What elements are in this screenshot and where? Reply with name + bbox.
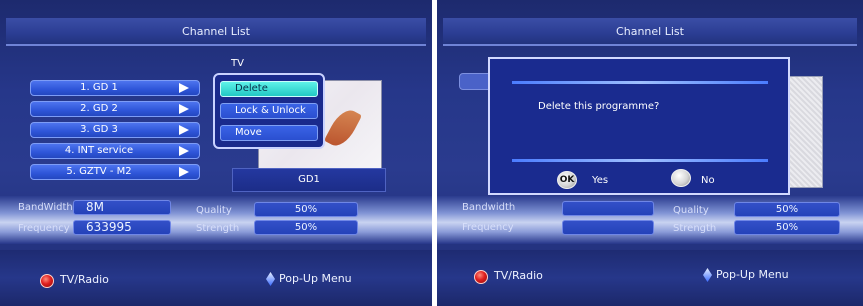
play-triangle-icon — [179, 167, 189, 177]
frequency-value: 633995 — [73, 220, 171, 235]
dialog-message: Delete this programme? — [538, 101, 660, 112]
popup-item-delete[interactable]: Delete — [220, 81, 318, 97]
tv-mode-label: TV — [231, 58, 244, 69]
channel-item-4[interactable]: 4. INT service — [30, 143, 200, 159]
play-triangle-icon — [179, 125, 189, 135]
frequency-value — [562, 220, 654, 235]
dialog-top-rule — [512, 81, 768, 84]
channel-item-label: 3. GD 3 — [80, 124, 118, 135]
channel-item-label: 5. GZTV - M2 — [66, 166, 132, 177]
page-title: Channel List — [443, 18, 857, 46]
dialog-bottom-rule — [512, 159, 768, 162]
channel-item-1[interactable]: 1. GD 1 — [30, 80, 200, 96]
channel-item-label: 4. INT service — [64, 145, 134, 156]
strength-label: Strength — [673, 223, 717, 234]
left-screen: Channel List 1. GD 1 2. GD 2 3. GD 3 4. … — [0, 0, 432, 306]
quality-value: 50% — [734, 202, 840, 217]
tv-radio-hint: TV/Radio — [60, 273, 109, 286]
quality-value: 50% — [254, 202, 358, 217]
channel-item-label: 2. GD 2 — [80, 103, 118, 114]
right-screen: Channel List Delete this programme? OK Y… — [437, 0, 863, 306]
preview-channel-name: GD1 — [232, 168, 386, 192]
quality-label: Quality — [673, 205, 709, 216]
no-option[interactable]: No — [701, 175, 715, 186]
popup-item-lock-unlock[interactable]: Lock & Unlock — [220, 103, 318, 119]
frequency-label: Frequency — [462, 222, 514, 233]
bandwidth-label: Bandwidth — [462, 202, 516, 213]
channel-item-2[interactable]: 2. GD 2 — [30, 101, 200, 117]
channel-item-5[interactable]: 5. GZTV - M2 — [30, 164, 200, 180]
strength-value: 50% — [734, 220, 840, 235]
popup-menu-hint: Pop-Up Menu — [279, 272, 352, 285]
no-button-icon[interactable] — [671, 169, 691, 187]
strength-label: Strength — [196, 223, 240, 234]
tv-radio-hint: TV/Radio — [494, 269, 543, 282]
delete-confirm-dialog: Delete this programme? OK Yes No — [488, 57, 790, 195]
red-circle-icon — [40, 274, 54, 288]
bandwidth-value: 8M — [73, 200, 171, 215]
frequency-label: Frequency — [18, 223, 70, 234]
red-circle-icon — [474, 270, 488, 284]
bandwidth-label: BandWidth — [18, 202, 73, 213]
channel-item-label: 1. GD 1 — [80, 82, 118, 93]
bandwidth-value — [562, 201, 654, 216]
popup-menu-hint: Pop-Up Menu — [716, 268, 789, 281]
ok-button-icon[interactable]: OK — [557, 171, 577, 189]
popup-menu: Delete Lock & Unlock Move — [213, 73, 325, 149]
quality-label: Quality — [196, 205, 232, 216]
play-triangle-icon — [179, 83, 189, 93]
play-triangle-icon — [179, 146, 189, 156]
channel-item-3[interactable]: 3. GD 3 — [30, 122, 200, 138]
strength-value: 50% — [254, 220, 358, 235]
yes-option[interactable]: Yes — [592, 175, 608, 186]
play-triangle-icon — [179, 104, 189, 114]
popup-item-move[interactable]: Move — [220, 125, 318, 141]
page-title: Channel List — [6, 18, 426, 46]
channel-preview-background — [785, 76, 823, 188]
